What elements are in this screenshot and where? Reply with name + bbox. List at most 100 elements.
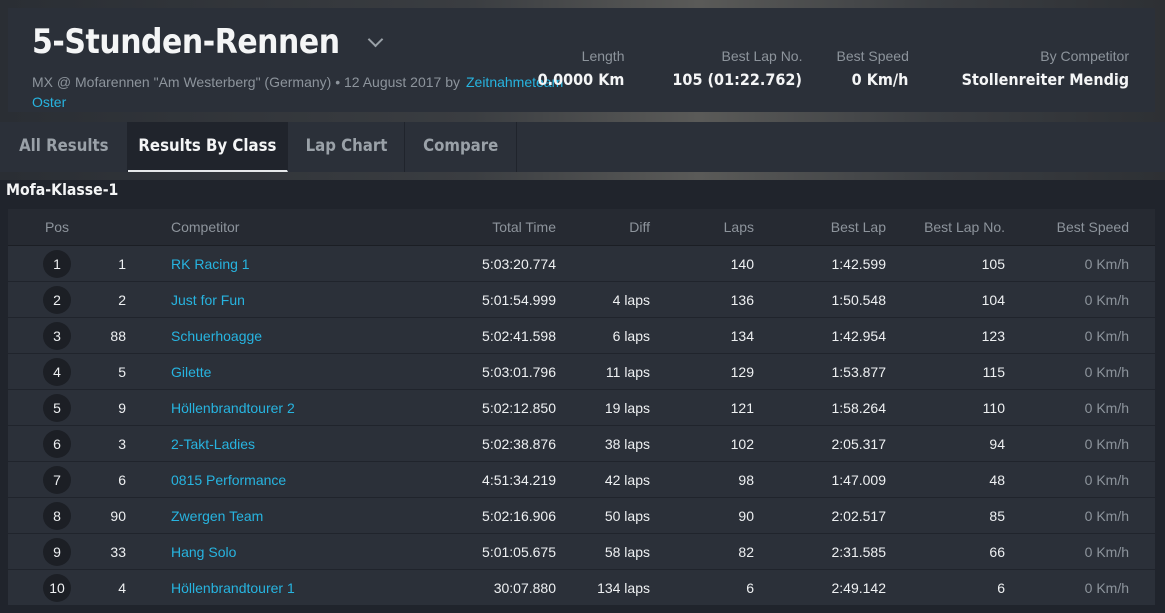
best-speed: 0 Km/h xyxy=(1084,363,1129,380)
table-row[interactable]: 7 6 0815 Performance 4:51:34.219 42 laps 98 1:… xyxy=(8,462,1155,498)
best-lap-no: 48 xyxy=(989,471,1005,488)
best-lap-no: 110 xyxy=(982,399,1005,416)
competitor-cell: RK Racing 1 xyxy=(171,246,250,281)
tab-results-by-class[interactable]: Results By Class xyxy=(128,122,288,172)
best-speed: 0 Km/h xyxy=(1084,507,1129,524)
competitor-link[interactable]: Zwergen Team xyxy=(171,508,263,524)
best-lap-no: 6 xyxy=(997,579,1005,596)
header-laps[interactable]: Laps xyxy=(668,209,754,245)
table-row[interactable]: 10 4 Höllenbrandtourer 1 30:07.880 134 laps 6… xyxy=(8,570,1155,606)
table-row[interactable]: 3 88 Schuerhoagge 5:02:41.598 6 laps 134 1:42.… xyxy=(8,318,1155,354)
tab-label: All Results xyxy=(18,136,109,156)
competitor-number: 9 xyxy=(118,399,126,416)
header-best-lap[interactable]: Best Lap xyxy=(768,209,886,245)
header-total-time[interactable]: Total Time xyxy=(438,209,556,245)
header-best-speed[interactable]: Best Speed xyxy=(1008,209,1129,245)
competitor-link[interactable]: 0815 Performance xyxy=(171,472,286,488)
table-row[interactable]: 4 5 Gilette 5:03:01.796 11 laps 129 1:53.877 11… xyxy=(8,354,1155,390)
competitor-link[interactable]: 2-Takt-Ladies xyxy=(171,436,255,452)
table-row[interactable]: 1 1 RK Racing 1 5:03:20.774 140 1:42.599 105 0 … xyxy=(8,246,1155,282)
best-speed: 0 Km/h xyxy=(1084,327,1129,344)
best-lap: 2:02.517 xyxy=(831,507,887,524)
total-time: 30:07.880 xyxy=(493,579,556,596)
position-cell: 10 xyxy=(32,570,82,605)
competitor-cell: Höllenbrandtourer 1 xyxy=(171,570,295,605)
competitor-number: 3 xyxy=(118,435,126,452)
best-speed: 0 Km/h xyxy=(1084,543,1129,560)
laps: 98 xyxy=(738,471,754,488)
best-lap: 1:53.877 xyxy=(831,363,887,380)
total-time: 5:02:12.850 xyxy=(482,399,556,416)
stat-value: 0.0000 Km xyxy=(537,70,625,89)
competitor-link[interactable]: Höllenbrandtourer 1 xyxy=(171,580,295,596)
header-best-lap-no[interactable]: Best Lap No. xyxy=(888,209,1005,245)
best-lap: 1:58.264 xyxy=(831,399,887,416)
best-lap: 1:42.954 xyxy=(831,327,887,344)
total-time: 5:02:38.876 xyxy=(482,435,556,452)
position-cell: 5 xyxy=(32,390,82,425)
results-table: Pos Competitor Total Time Diff Laps Best… xyxy=(8,209,1155,606)
competitor-cell: Hang Solo xyxy=(171,534,236,569)
total-time: 5:03:20.774 xyxy=(482,255,556,272)
diff: 19 laps xyxy=(604,399,650,416)
position-badge: 5 xyxy=(43,393,71,422)
event-header: 5-Stunden-Rennen MX @ Mofarennen "Am Wes… xyxy=(8,8,1155,112)
diff: 6 laps xyxy=(612,327,650,344)
table-row[interactable]: 8 90 Zwergen Team 5:02:16.906 50 laps 90 2:02.… xyxy=(8,498,1155,534)
competitor-cell: Schuerhoagge xyxy=(171,318,262,353)
table-row[interactable]: 9 33 Hang Solo 5:01:05.675 58 laps 82 2:31.585… xyxy=(8,534,1155,570)
tab-all-results[interactable]: All Results xyxy=(0,122,128,172)
competitor-link[interactable]: Gilette xyxy=(171,364,211,380)
competitor-link[interactable]: Schuerhoagge xyxy=(171,328,262,344)
position-cell: 3 xyxy=(32,318,82,353)
table-body: 1 1 RK Racing 1 5:03:20.774 140 1:42.599 105 0 … xyxy=(8,246,1155,606)
best-lap-no: 85 xyxy=(989,507,1005,524)
stat-value: 0 Km/h xyxy=(852,70,909,89)
table-row[interactable]: 5 9 Höllenbrandtourer 2 5:02:12.850 19 laps 1… xyxy=(8,390,1155,426)
tab-compare[interactable]: Compare xyxy=(405,122,517,172)
diff: 58 laps xyxy=(604,543,650,560)
position-badge: 9 xyxy=(43,537,71,566)
diff xyxy=(568,246,650,281)
competitor-link[interactable]: Höllenbrandtourer 2 xyxy=(171,400,295,416)
diff: 11 laps xyxy=(605,363,650,380)
header-pos[interactable]: Pos xyxy=(32,209,82,245)
competitor-link[interactable]: RK Racing 1 xyxy=(171,256,250,272)
position-badge: 6 xyxy=(43,429,71,458)
event-stats: Length 0.0000 Km Best Lap No. 105 (01:22… xyxy=(494,48,1129,89)
diff: 42 laps xyxy=(604,471,650,488)
table-row[interactable]: 6 3 2-Takt-Ladies 5:02:38.876 38 laps 102 2:05… xyxy=(8,426,1155,462)
stat-best-speed: Best Speed 0 Km/h xyxy=(836,48,908,89)
laps: 134 xyxy=(730,327,754,344)
best-lap-no: 66 xyxy=(989,543,1005,560)
tab-label: Results By Class xyxy=(138,136,277,156)
tab-lap-chart[interactable]: Lap Chart xyxy=(288,122,405,172)
competitor-cell: Zwergen Team xyxy=(171,498,263,533)
competitor-link[interactable]: Hang Solo xyxy=(171,544,236,560)
header-diff[interactable]: Diff xyxy=(568,209,650,245)
total-time: 5:01:05.675 xyxy=(482,543,556,560)
diff: 134 laps xyxy=(597,579,650,596)
title-row: 5-Stunden-Rennen xyxy=(32,22,383,62)
best-lap-no: 104 xyxy=(981,291,1005,308)
best-speed: 0 Km/h xyxy=(1084,435,1129,452)
best-lap: 2:31.585 xyxy=(831,543,887,560)
competitor-number: 88 xyxy=(110,327,126,344)
header-competitor[interactable]: Competitor xyxy=(171,209,239,245)
class-heading: Mofa-Klasse-1 xyxy=(6,180,119,199)
results-tabs: All Results Results By Class Lap Chart C… xyxy=(0,122,1165,172)
chevron-down-icon[interactable] xyxy=(367,31,383,47)
position-badge: 1 xyxy=(43,249,71,278)
best-lap: 2:05.317 xyxy=(831,435,887,452)
stat-label: Length xyxy=(581,48,625,64)
stat-by-competitor: By Competitor Stollenreiter Mendig xyxy=(943,48,1129,89)
position-cell: 9 xyxy=(32,534,82,569)
competitor-cell: Höllenbrandtourer 2 xyxy=(171,390,295,425)
event-title: 5-Stunden-Rennen xyxy=(32,22,340,62)
position-badge: 2 xyxy=(43,285,71,314)
competitor-link[interactable]: Just for Fun xyxy=(171,292,245,308)
table-row[interactable]: 2 2 Just for Fun 5:01:54.999 4 laps 136 1:50.5… xyxy=(8,282,1155,318)
position-badge: 10 xyxy=(43,573,71,602)
best-lap: 1:47.009 xyxy=(831,471,887,488)
position-badge: 3 xyxy=(43,321,71,350)
